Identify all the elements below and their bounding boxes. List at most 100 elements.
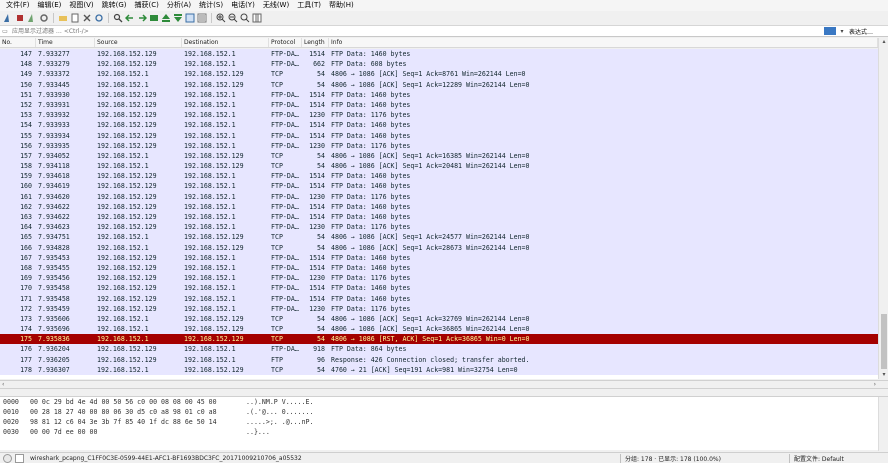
packet-row[interactable]: 154 7.933933 192.168.152.129 192.168.152.1 F… [0,120,878,131]
packet-info: FTP Data: 1460 bytes [331,213,411,221]
goto-packet-icon[interactable] [148,13,159,24]
packet-row[interactable]: 163 7.934622 192.168.152.129 192.168.152.1 F… [0,212,878,223]
menu-telephony[interactable]: 电话(Y) [227,0,259,11]
packet-row[interactable]: 172 7.935459 192.168.152.129 192.168.152.1 F… [0,303,878,314]
packet-row[interactable]: 150 7.933445 192.168.152.1 192.168.152.129 T… [0,79,878,90]
packet-row[interactable]: 177 7.936205 192.168.152.129 192.168.152.1 F… [0,354,878,365]
menu-wireless[interactable]: 无线(W) [259,0,293,11]
packet-bytes-pane[interactable]: 0000 00 0c 29 bd 4e 4d 00 50 56 c0 00 08 … [0,396,888,451]
packet-row[interactable]: 153 7.933932 192.168.152.129 192.168.152.1 F… [0,110,878,121]
packet-source: 192.168.152.1 [97,151,149,160]
hex-dump-row[interactable]: 0030 00 00 7d ee 00 00..}... [0,427,888,437]
apply-filter-arrow-icon[interactable] [824,27,836,35]
bytes-scrollbar[interactable] [878,397,888,451]
find-icon[interactable] [112,13,123,24]
column-header-time[interactable]: Time [36,38,95,47]
column-header-no[interactable]: No. [0,38,36,47]
packet-row[interactable]: 176 7.936204 192.168.152.129 192.168.152.1 F… [0,344,878,355]
column-header-info[interactable]: Info [329,38,878,47]
menu-tools[interactable]: 工具(T) [293,0,325,11]
options-gear-icon[interactable] [38,13,49,24]
column-header-source[interactable]: Source [95,38,182,47]
colorize-icon[interactable] [196,13,207,24]
scroll-left-icon[interactable]: ‹ [2,381,4,389]
hex-dump-row[interactable]: 0000 00 0c 29 bd 4e 4d 00 50 56 c0 00 08 … [0,397,888,407]
packet-row[interactable]: 168 7.935455 192.168.152.129 192.168.152.1 F… [0,262,878,274]
packet-list-scrollbar[interactable]: ▴ ▾ [878,38,888,379]
shark-fin-start-icon[interactable] [2,13,13,24]
scrollbar-thumb[interactable] [881,314,887,369]
zoom-normal-icon[interactable] [239,13,250,24]
packet-info: 4806 → 1086 [ACK] Seq=1 Ack=20481 Win=26… [331,162,530,171]
restart-icon[interactable] [26,13,37,24]
back-arrow-icon[interactable] [124,13,135,24]
menu-view[interactable]: 视图(V) [65,0,97,11]
hex-dump-row[interactable]: 0020 98 81 12 c6 04 3e 3b 7f 85 40 1f dc … [0,417,888,427]
packet-row[interactable]: 158 7.934118 192.168.152.1 192.168.152.129 T… [0,161,878,172]
close-file-icon[interactable] [81,13,92,24]
column-header-protocol[interactable]: Protocol [269,38,302,47]
packet-row[interactable]: 165 7.934751 192.168.152.1 192.168.152.129 T… [0,232,878,243]
zoom-out-icon[interactable] [227,13,238,24]
bookmark-icon[interactable]: ▭ [0,28,10,35]
menu-go[interactable]: 跳转(G) [98,0,131,11]
autoscroll-icon[interactable] [184,13,195,24]
packet-row[interactable]: 170 7.935458 192.168.152.129 192.168.152.1 F… [0,283,878,294]
column-header-length[interactable]: Length [302,38,329,47]
packet-row[interactable]: 152 7.933931 192.168.152.129 192.168.152.1 F… [0,99,878,111]
packet-row[interactable]: 162 7.934622 192.168.152.129 192.168.152.1 F… [0,201,878,212]
first-packet-icon[interactable] [160,13,171,24]
packet-list-hscrollbar[interactable]: ‹ › [0,380,888,389]
packet-row[interactable]: 156 7.933935 192.168.152.129 192.168.152.1 F… [0,140,878,151]
packet-row[interactable]: 155 7.933934 192.168.152.129 192.168.152.1 F… [0,130,878,141]
hex-dump-row[interactable]: 0010 00 28 18 27 40 00 80 06 30 d5 c0 a8 … [0,407,888,417]
packet-row[interactable]: 166 7.934828 192.168.152.1 192.168.152.129 T… [0,242,878,253]
column-header-destination[interactable]: Destination [182,38,269,47]
packet-row[interactable]: 147 7.933277 192.168.152.129 192.168.152.1 F… [0,49,878,60]
menu-help[interactable]: 帮助(H) [325,0,358,11]
packet-row[interactable]: 164 7.934623 192.168.152.129 192.168.152.1 F… [0,222,878,233]
save-icon[interactable] [69,13,80,24]
scroll-right-icon[interactable]: › [874,381,876,389]
scroll-up-icon[interactable]: ▴ [879,38,888,46]
packet-length: 1230 [309,274,325,283]
packet-row[interactable]: 161 7.934620 192.168.152.129 192.168.152.1 F… [0,191,878,202]
packet-row[interactable]: 157 7.934052 192.168.152.1 192.168.152.129 T… [0,150,878,162]
menu-capture[interactable]: 捕获(C) [131,0,163,11]
packet-row[interactable]: 167 7.935453 192.168.152.129 192.168.152.1 F… [0,252,878,263]
menu-statistics[interactable]: 统计(S) [195,0,227,11]
capture-comment-icon[interactable] [15,453,24,463]
filter-dropdown-icon[interactable]: ▾ [838,28,846,35]
packet-row[interactable]: 178 7.936307 192.168.152.1 192.168.152.129 T… [0,364,878,375]
packet-info: 4806 → 1086 [ACK] Seq=1 Ack=16385 Win=26… [331,151,530,160]
packet-info: FTP Data: 1176 bytes [331,192,411,201]
resize-columns-icon[interactable] [251,13,262,24]
forward-arrow-icon[interactable] [136,13,147,24]
packet-row[interactable]: 151 7.933930 192.168.152.129 192.168.152.1 F… [0,89,878,100]
expert-info-icon[interactable] [3,453,12,463]
stop-icon[interactable] [14,13,25,24]
packet-row[interactable]: 160 7.934619 192.168.152.129 192.168.152.1 F… [0,181,878,192]
packet-row[interactable]: 169 7.935456 192.168.152.129 192.168.152.1 F… [0,273,878,284]
packet-row[interactable]: 148 7.933279 192.168.152.129 192.168.152.1 F… [0,59,878,70]
packet-row[interactable]: 174 7.935696 192.168.152.1 192.168.152.129 T… [0,324,878,335]
display-filter-input[interactable] [10,26,824,36]
reload-icon[interactable] [93,13,104,24]
scroll-down-icon[interactable]: ▾ [879,371,888,379]
packet-list[interactable]: 147 7.933277 192.168.152.129 192.168.152.1 F… [0,49,878,379]
packet-time: 7.935453 [38,253,70,262]
menu-analyze[interactable]: 分析(A) [163,0,195,11]
packet-time: 7.933930 [38,90,70,99]
menu-edit[interactable]: 编辑(E) [34,0,66,11]
packet-row[interactable]: 159 7.934618 192.168.152.129 192.168.152.1 F… [0,171,878,182]
configuration-profile[interactable]: 配置文件: Default [794,454,844,463]
packet-row[interactable]: 149 7.933372 192.168.152.1 192.168.152.129 T… [0,69,878,80]
expression-button[interactable]: 表达式… [846,27,888,36]
packet-row[interactable]: 173 7.935606 192.168.152.1 192.168.152.129 T… [0,313,878,325]
last-packet-icon[interactable] [172,13,183,24]
menu-file[interactable]: 文件(F) [2,0,34,11]
open-folder-icon[interactable] [57,13,68,24]
zoom-in-icon[interactable] [215,13,226,24]
packet-row-selected[interactable]: 175 7.935836 192.168.152.1 192.168.152.129 T… [0,334,878,345]
packet-row[interactable]: 171 7.935458 192.168.152.129 192.168.152.1 F… [0,293,878,304]
